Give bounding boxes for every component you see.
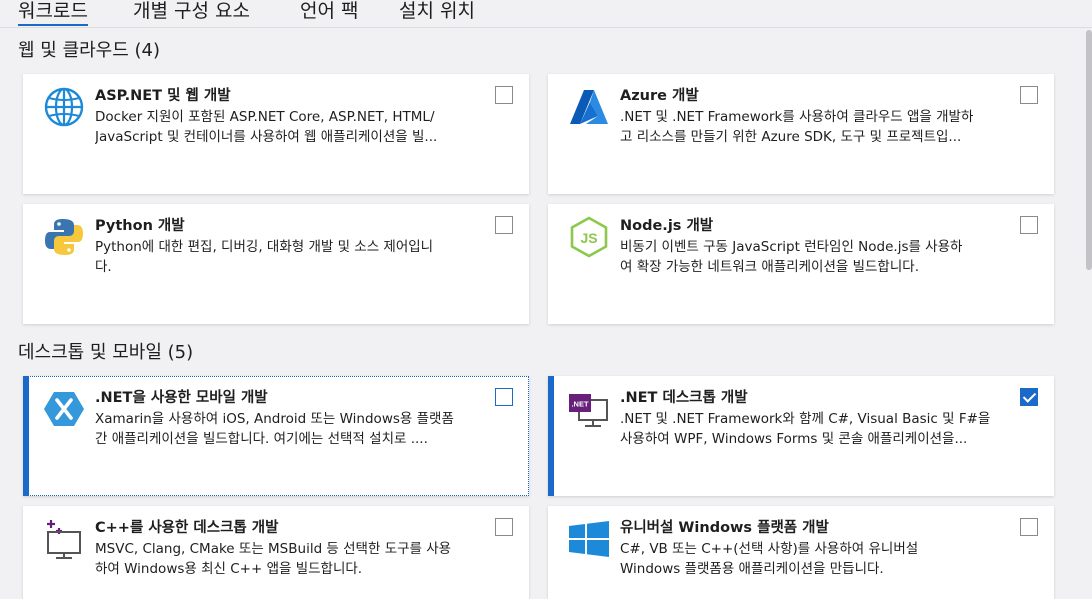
tab-individual-components[interactable]: 개별 구성 요소 [133,0,250,26]
workload-description: C#, VB 또는 C++(선택 사항)를 사용하여 유니버설 Windows … [620,541,919,577]
workload-checkbox[interactable] [495,518,513,536]
workload-checkbox[interactable] [495,388,513,406]
cpp-desktop-icon [43,518,85,560]
workload-card-dotnet-desktop[interactable]: .NET .NET 데스크톱 개발 .NET 및 .NET Framework와… [548,376,1054,496]
workload-title: C++를 사용한 데스크톱 개발 [95,520,279,536]
workload-card-aspnet[interactable]: ASP.NET 및 웹 개발 Docker 지원이 포함된 ASP.NET Co… [23,74,529,194]
section-title-web-cloud: 웹 및 클라우드 (4) [18,40,161,61]
windows-icon [568,518,610,560]
workload-description: 비동기 이벤트 구동 JavaScript 런타임인 Node.js를 사용하 … [620,239,963,275]
workload-checkbox[interactable] [1020,388,1038,406]
globe-icon [43,86,85,128]
workload-description: .NET 및 .NET Framework와 함께 C#, Visual Bas… [620,411,991,447]
workload-card-uwp[interactable]: 유니버설 Windows 플랫폼 개발 C#, VB 또는 C++(선택 사항)… [548,506,1054,599]
nodejs-icon: JS [568,216,610,258]
workload-description: .NET 및 .NET Framework를 사용하여 클라우드 앱을 개발하 … [620,109,974,145]
section-title-desktop-mobile: 데스크톱 및 모바일 (5) [18,342,194,363]
svg-text:JS: JS [580,230,597,246]
azure-icon [568,86,610,128]
workload-title: Node.js 개발 [620,218,714,234]
python-icon [43,216,85,258]
workload-description: Docker 지원이 포함된 ASP.NET Core, ASP.NET, HT… [95,109,438,145]
tab-install-location[interactable]: 설치 위치 [399,0,475,26]
workload-description: Python에 대한 편집, 디버깅, 대화형 개발 및 소스 제어입니 다. [95,239,434,275]
workload-title: Azure 개발 [620,88,699,104]
tab-workloads[interactable]: 워크로드 [18,0,88,26]
dotnet-badge-text: .NET [571,400,589,409]
workload-title: 유니버설 Windows 플랫폼 개발 [620,520,829,536]
workload-checkbox[interactable] [1020,216,1038,234]
workload-checkbox[interactable] [495,86,513,104]
workload-checkbox[interactable] [495,216,513,234]
workload-card-mobile-dotnet[interactable]: .NET을 사용한 모바일 개발 Xamarin을 사용하여 iOS, Andr… [23,376,529,496]
workload-card-python[interactable]: Python 개발 Python에 대한 편집, 디버깅, 대화형 개발 및 소… [23,204,529,324]
workload-description: Xamarin을 사용하여 iOS, Android 또는 Windows용 플… [95,411,454,447]
workload-checkbox[interactable] [1020,518,1038,536]
workload-card-azure[interactable]: Azure 개발 .NET 및 .NET Framework를 사용하여 클라우… [548,74,1054,194]
workload-card-nodejs[interactable]: JS Node.js 개발 비동기 이벤트 구동 JavaScript 런타임인… [548,204,1054,324]
workload-card-cpp-desktop[interactable]: C++를 사용한 데스크톱 개발 MSVC, Clang, CMake 또는 M… [23,506,529,599]
dotnet-desktop-icon: .NET [568,388,610,430]
workload-title: .NET을 사용한 모바일 개발 [95,390,268,406]
workload-title: ASP.NET 및 웹 개발 [95,88,231,104]
workload-description: MSVC, Clang, CMake 또는 MSBuild 등 선택한 도구를 … [95,541,452,577]
tab-language-packs[interactable]: 언어 팩 [300,0,358,26]
xamarin-icon [43,388,85,430]
workload-checkbox[interactable] [1020,86,1038,104]
workload-title: Python 개발 [95,218,185,234]
workload-tab-bar: 워크로드 개별 구성 요소 언어 팩 설치 위치 [0,0,1092,28]
workload-title: .NET 데스크톱 개발 [620,390,748,406]
vertical-scrollbar[interactable] [1086,30,1092,270]
